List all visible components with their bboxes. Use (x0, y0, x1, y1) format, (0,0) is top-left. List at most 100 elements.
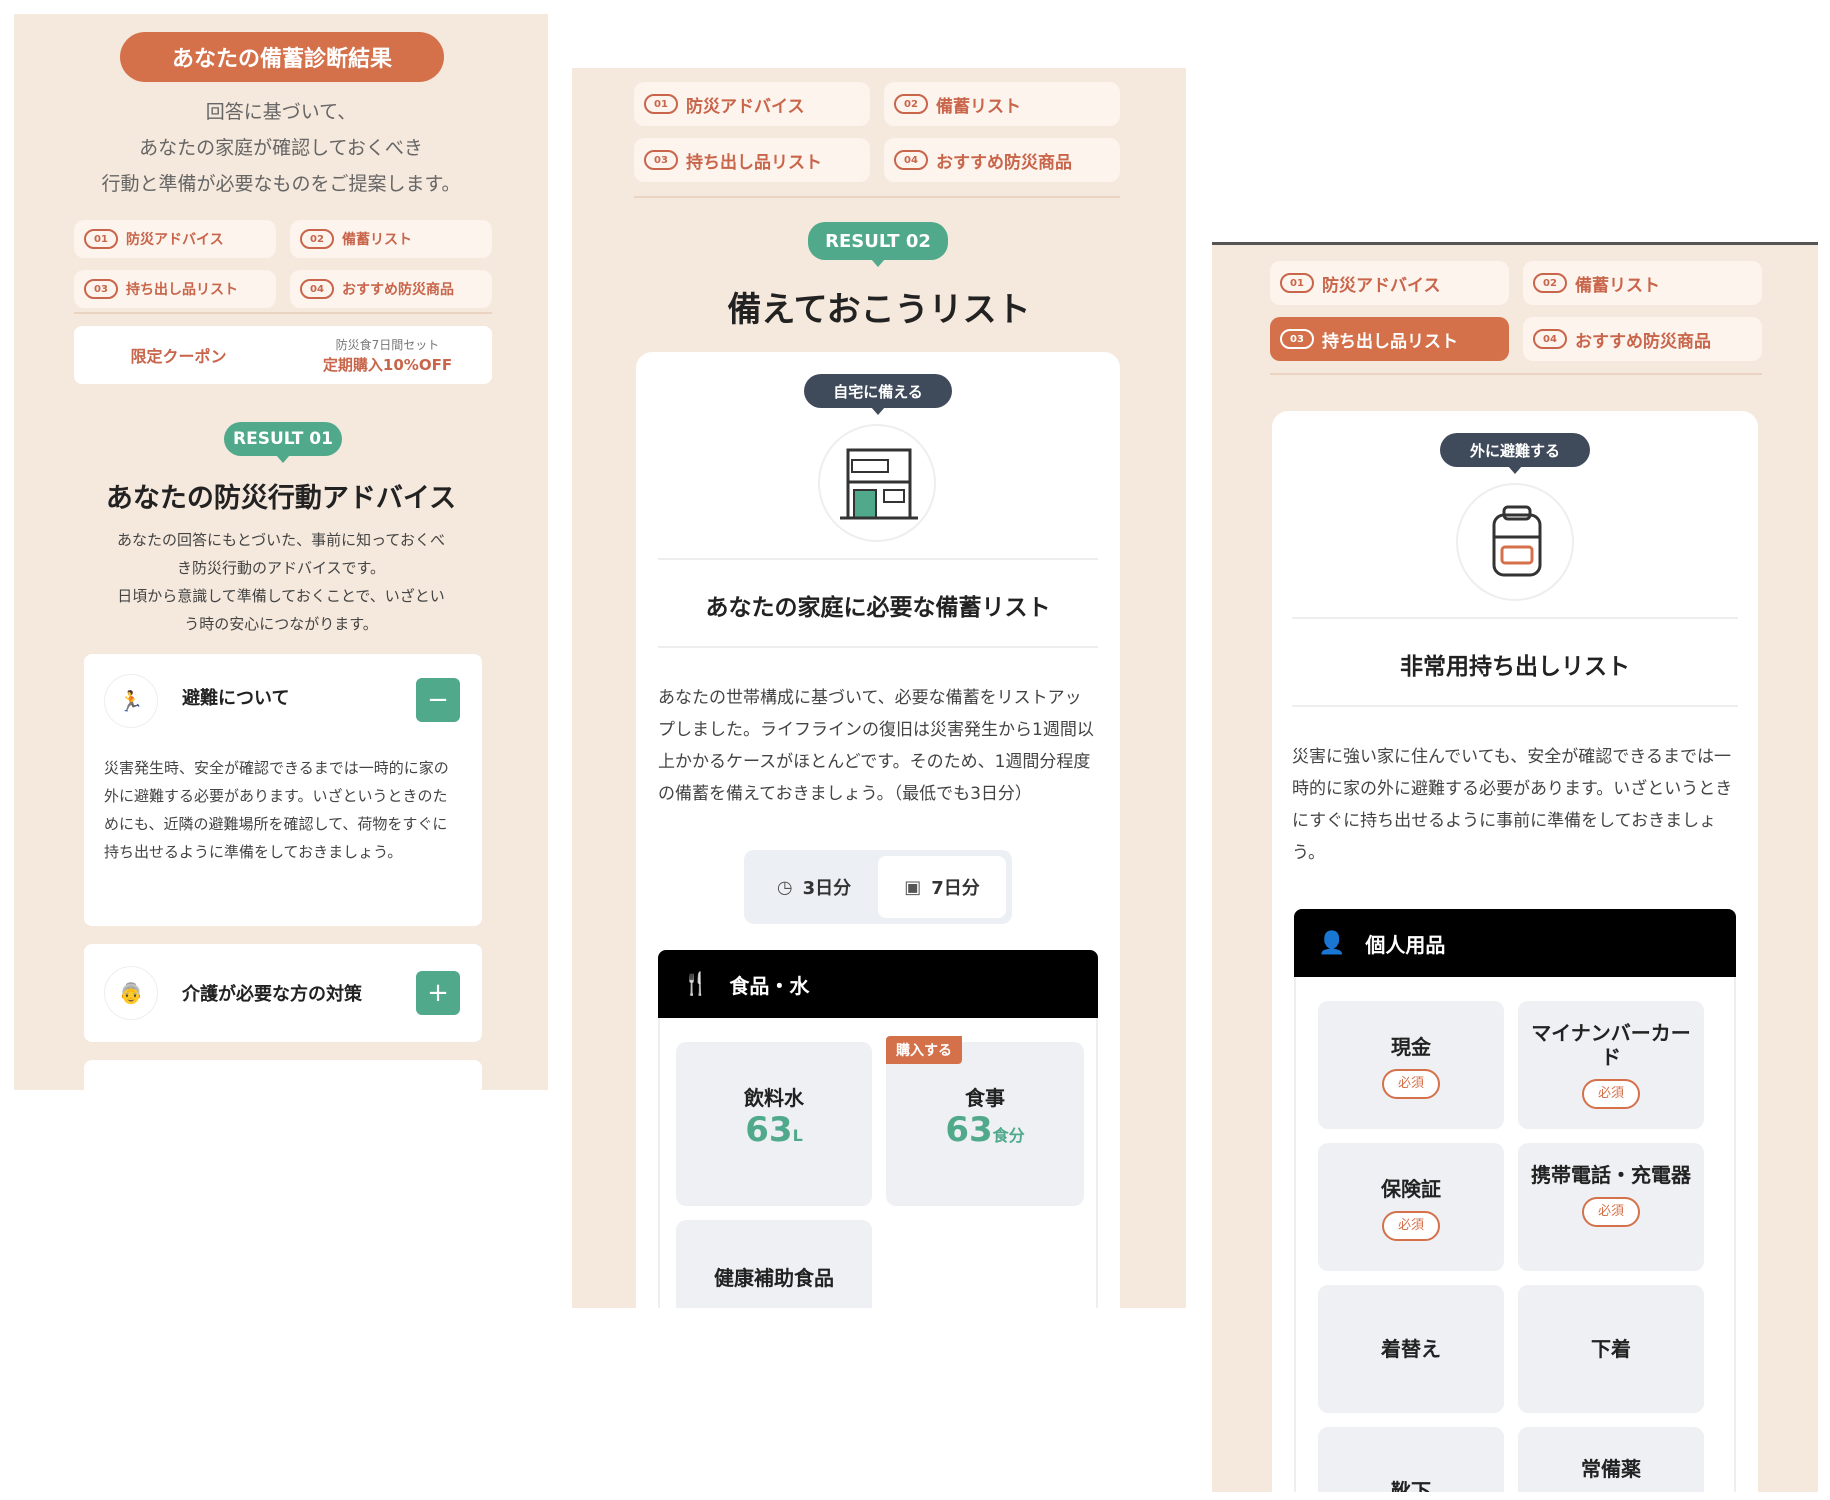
house-icon (818, 424, 936, 542)
tab-number: 01 (84, 229, 118, 249)
tab-number: 04 (894, 150, 928, 170)
accordion-caregiving[interactable]: 👵 介護が必要な方の対策 + (84, 944, 482, 1042)
item-name: 靴下 (1391, 1479, 1431, 1492)
accordion-evacuation[interactable]: 🏃 避難について − 災害発生時、安全が確認できるまでは一時的に家の外に避難する… (84, 654, 482, 926)
intro-line: 回答に基づいて、 (205, 101, 357, 123)
item-tile-medicine[interactable]: 常備薬 (1518, 1427, 1704, 1492)
coupon-offer: 防災食7日間セット 定期購入10%OFF (283, 335, 492, 375)
carry-list-card: 外に避難する 非常用持ち出しリスト 災害に強い家に住んでいても、安全が確認できる… (1272, 411, 1758, 1492)
tab-label: おすすめ防災商品 (936, 152, 1072, 173)
item-tile-water[interactable]: 飲料水 63L (676, 1042, 872, 1206)
section-title: あなたの防災行動アドバイス (105, 483, 457, 514)
item-tile-socks[interactable]: 靴下 (1318, 1427, 1504, 1492)
food-items-grid: 飲料水 63L 購入する 食事 63食分 健康補助食品 (658, 1018, 1098, 1308)
segment-3-days[interactable]: ◷ 3日分 (750, 856, 878, 918)
tab-recommended[interactable]: 04 おすすめ防災商品 (290, 270, 492, 308)
tab-label: 備蓄リスト (342, 232, 412, 248)
diagnosis-header: あなたの備蓄診断結果 (120, 32, 444, 82)
calendar-icon: ▣ (904, 876, 922, 898)
result-panel-carry-list: 01 防災アドバイス 02 備蓄リスト 03 持ち出し品リスト 04 おすすめ防災商品 … (1212, 242, 1818, 1492)
item-tile-supplement[interactable]: 健康補助食品 (676, 1220, 872, 1308)
collapse-button[interactable]: − (416, 678, 460, 722)
item-name: 食事 (965, 1086, 1005, 1110)
item-tile-mynumber[interactable]: マイナンバーカード 必須 (1518, 1001, 1704, 1129)
tab-carry-list[interactable]: 03 持ち出し品リスト (634, 138, 870, 182)
utensils-icon: 🍴 (682, 971, 710, 997)
elderly-person-icon: 👵 (104, 966, 158, 1020)
section-tabs: 01 防災アドバイス 02 備蓄リスト 03 持ち出し品リスト 04 おすすめ防災商品 (634, 82, 1120, 182)
item-tile-cash[interactable]: 現金 必須 (1318, 1001, 1504, 1129)
clock-icon: ◷ (776, 876, 793, 898)
category-header-food: 🍴 食品・水 (658, 950, 1098, 1018)
category-header-personal: 👤 個人用品 (1294, 909, 1736, 977)
tab-number: 04 (1533, 329, 1567, 349)
tab-number: 01 (1280, 273, 1314, 293)
tab-stock-list[interactable]: 02 備蓄リスト (884, 82, 1120, 126)
card-title: 非常用持ち出しリスト (1400, 654, 1630, 680)
tab-recommended[interactable]: 04 おすすめ防災商品 (884, 138, 1120, 182)
backpack-icon (1456, 483, 1574, 601)
item-tile-clothes[interactable]: 着替え (1318, 1285, 1504, 1413)
section-tabs: 01 防災アドバイス 02 備蓄リスト 03 持ち出し品リスト 04 おすすめ防災商品 (74, 220, 492, 308)
tab-label: おすすめ防災商品 (342, 282, 454, 298)
desc-line: 日頃から意識して準備しておくことで、いざとい (117, 587, 445, 605)
tab-stock-list[interactable]: 02 備蓄リスト (290, 220, 492, 258)
divider (658, 646, 1098, 648)
item-tile-underwear[interactable]: 下着 (1518, 1285, 1704, 1413)
item-name: 携帯電話・充電器 (1531, 1163, 1691, 1187)
tab-number: 02 (300, 229, 334, 249)
result-panel-advice: あなたの備蓄診断結果 回答に基づいて、 あなたの家庭が確認しておくべき 行動と準… (14, 14, 548, 1090)
tab-label: 持ち出し品リスト (686, 152, 822, 173)
intro-text: 回答に基づいて、 あなたの家庭が確認しておくべき 行動と準備が必要なものをご提案… (14, 94, 548, 202)
item-name: 保険証 (1381, 1177, 1441, 1201)
tab-number: 02 (1533, 273, 1567, 293)
tab-recommended[interactable]: 04 おすすめ防災商品 (1523, 317, 1762, 361)
required-badge: 必須 (1582, 1197, 1640, 1227)
person-icon: 👤 (1318, 930, 1346, 956)
result-badge: RESULT 01 (224, 422, 342, 463)
card-title: あなたの家庭に必要な備蓄リスト (705, 595, 1051, 621)
item-amount: 63L (676, 1110, 872, 1150)
card-body: あなたの世帯構成に基づいて、必要な備蓄をリストアップしました。ライフラインの復旧… (658, 688, 1094, 804)
tab-number: 01 (644, 94, 678, 114)
accordion-next[interactable] (84, 1060, 482, 1090)
amount-value: 63 (745, 1110, 793, 1150)
tab-label: 防災アドバイス (1322, 275, 1441, 296)
segment-7-days[interactable]: ▣ 7日分 (878, 856, 1006, 918)
divider (658, 558, 1098, 560)
tab-advice[interactable]: 01 防災アドバイス (634, 82, 870, 126)
buy-label[interactable]: 購入する (886, 1036, 962, 1064)
item-tile-insurance[interactable]: 保険証 必須 (1318, 1143, 1504, 1271)
tab-number: 04 (300, 279, 334, 299)
tab-stock-list[interactable]: 02 備蓄リスト (1523, 261, 1762, 305)
segment-label: 3日分 (802, 878, 852, 899)
tab-label: 備蓄リスト (1575, 275, 1660, 296)
tab-label: おすすめ防災商品 (1575, 331, 1711, 352)
item-name: 着替え (1381, 1337, 1441, 1361)
coupon-label: 限定クーポン (130, 347, 227, 366)
home-badge: 自宅に備える (804, 374, 952, 415)
result-badge: RESULT 02 (808, 222, 948, 267)
required-badge: 必須 (1582, 1079, 1640, 1109)
personal-items-grid: 現金 必須 マイナンバーカード 必須 保険証 必須 携帯電話・充電器 必須 着替え 下着… (1294, 977, 1736, 1492)
days-segmented-control: ◷ 3日分 ▣ 7日分 (744, 850, 1012, 924)
result-panel-stock-list: 01 防災アドバイス 02 備蓄リスト 03 持ち出し品リスト 04 おすすめ防災商品 … (572, 68, 1186, 1308)
expand-button[interactable]: + (416, 971, 460, 1015)
tab-carry-list[interactable]: 03 持ち出し品リスト (74, 270, 276, 308)
item-tile-meal[interactable]: 購入する 食事 63食分 (886, 1036, 1084, 1206)
category-label: 個人用品 (1365, 932, 1446, 957)
item-tile-phone[interactable]: 携帯電話・充電器必須 (1518, 1143, 1704, 1271)
required-badge: 必須 (1382, 1069, 1440, 1099)
stock-list-card: 自宅に備える あなたの家庭に必要な備蓄リスト あなたの世帯構成に基づいて、必要な… (636, 352, 1120, 1308)
tab-advice[interactable]: 01 防災アドバイス (1270, 261, 1509, 305)
tab-label: 持ち出し品リスト (1322, 331, 1458, 352)
accordion-body: 災害発生時、安全が確認できるまでは一時的に家の外に避難する必要があります。いざと… (104, 759, 449, 861)
tab-carry-list[interactable]: 03 持ち出し品リスト (1270, 317, 1509, 361)
card-body: 災害に強い家に住んでいても、安全が確認できるまでは一時的に家の外に避難する必要が… (1292, 747, 1733, 863)
tab-label: 防災アドバイス (126, 232, 224, 248)
running-person-icon: 🏃 (104, 674, 158, 728)
divider (1292, 705, 1738, 707)
desc-line: き防災行動のアドバイスです。 (176, 559, 386, 577)
coupon-banner[interactable]: 限定クーポン 防災食7日間セット 定期購入10%OFF (74, 326, 492, 384)
tab-advice[interactable]: 01 防災アドバイス (74, 220, 276, 258)
